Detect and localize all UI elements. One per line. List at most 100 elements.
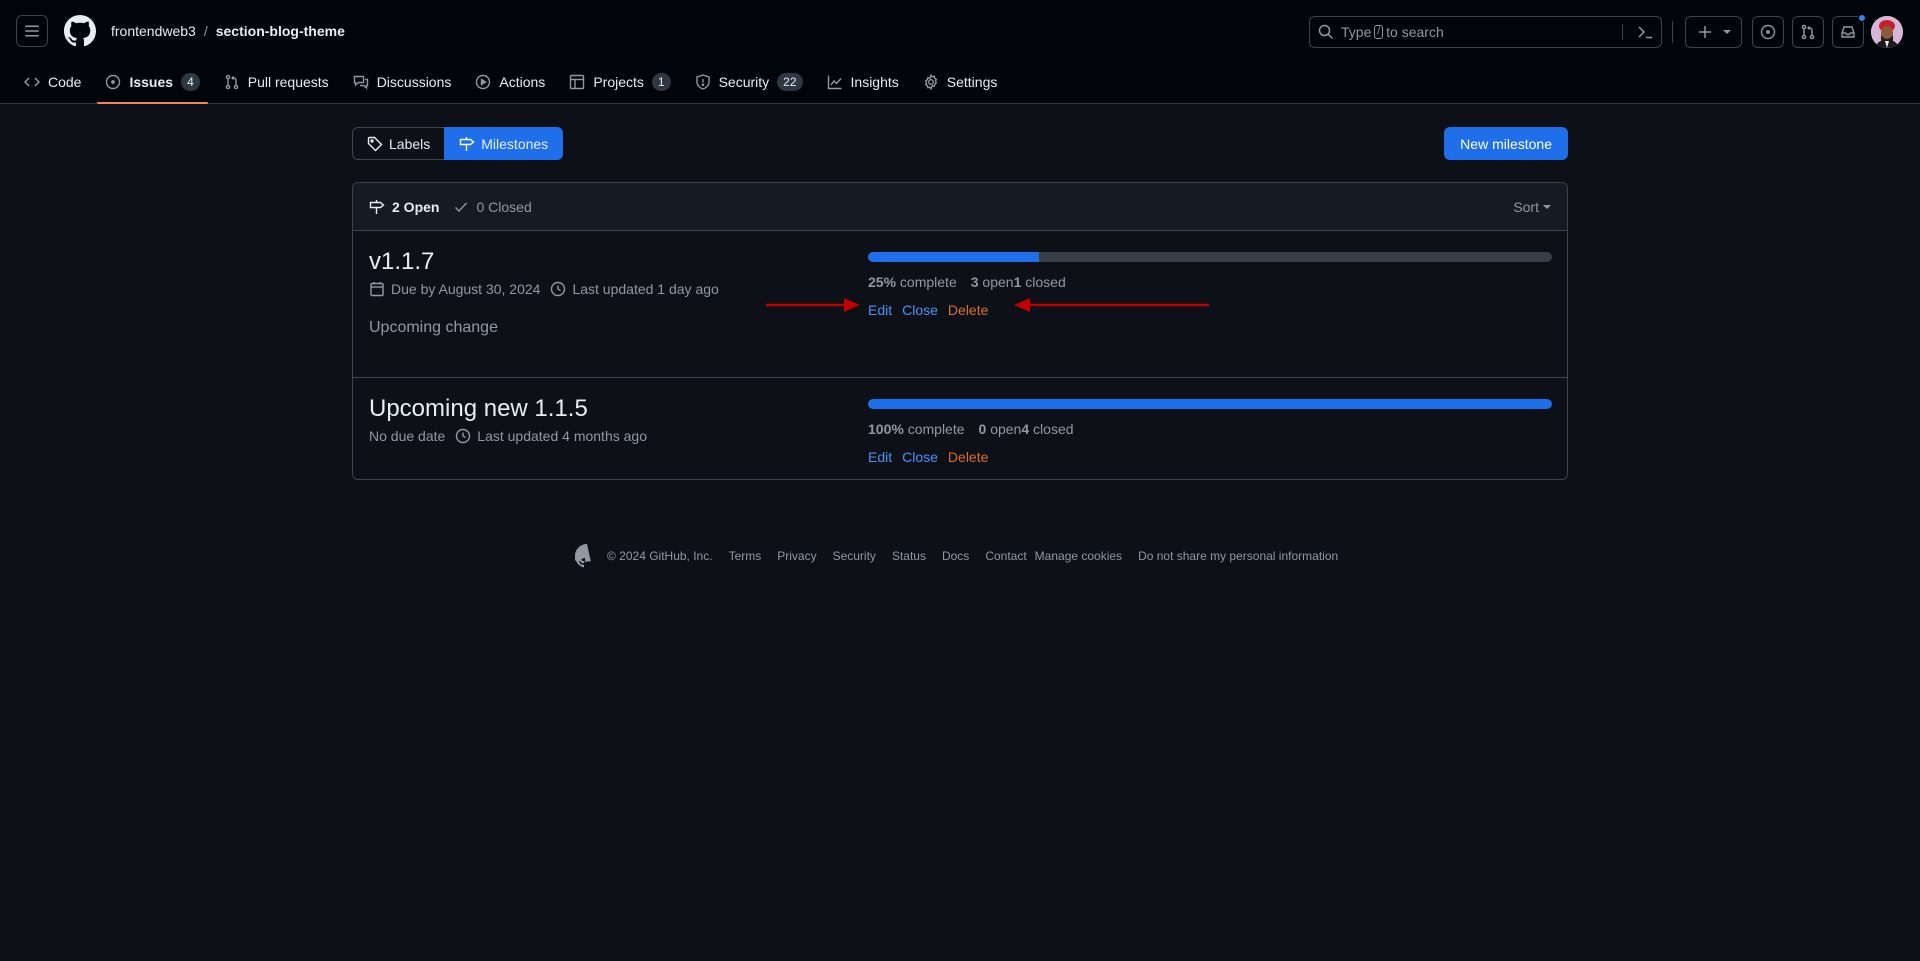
footer-link-manage-cookies[interactable]: Manage cookies xyxy=(1035,549,1122,563)
close-milestone-link[interactable]: Close xyxy=(902,302,938,318)
delete-milestone-link[interactable]: Delete xyxy=(948,302,988,318)
annotation-arrow-left-icon xyxy=(1014,298,1209,312)
footer-link-docs[interactable]: Docs xyxy=(942,549,969,563)
gear-icon xyxy=(924,74,937,90)
caret-down-icon xyxy=(1543,204,1551,209)
closed-issues-link[interactable]: 4 closed xyxy=(1021,421,1073,437)
milestone-title-link[interactable]: v1.1.7 xyxy=(369,248,434,275)
tab-label: Discussions xyxy=(376,74,452,90)
repo-nav: Code Issues 4 Pull requests Discussions … xyxy=(0,61,1013,104)
annotation-arrow-right-icon xyxy=(766,298,860,312)
open-issues-link[interactable]: 0 open xyxy=(979,421,1022,437)
milestone-stats: 25% complete 3 open 1 closed xyxy=(868,274,1552,290)
open-issues-link[interactable]: 3 open xyxy=(971,274,1014,290)
header-divider xyxy=(1672,21,1673,43)
milestone-icon xyxy=(369,199,385,214)
user-avatar[interactable] xyxy=(1871,16,1903,48)
last-updated: Last updated 4 months ago xyxy=(455,428,647,444)
tab-security[interactable]: Security 22 xyxy=(687,61,811,103)
tab-issues[interactable]: Issues 4 xyxy=(97,61,209,104)
edit-milestone-link[interactable]: Edit xyxy=(868,302,892,318)
labels-link[interactable]: Labels xyxy=(352,127,445,160)
tab-discussions[interactable]: Discussions xyxy=(345,61,460,103)
due-date: Due by August 30, 2024 xyxy=(369,281,540,297)
milestones-label: Milestones xyxy=(481,135,549,152)
avatar-image xyxy=(1871,16,1903,48)
search-placeholder: Type / to search xyxy=(1341,24,1444,40)
search-input[interactable]: Type / to search xyxy=(1309,16,1662,48)
percent-complete: 100% complete xyxy=(868,421,965,437)
repo-owner-link[interactable]: frontendweb3 xyxy=(111,23,196,39)
tab-projects[interactable]: Projects 1 xyxy=(561,61,678,103)
milestones-link[interactable]: Milestones xyxy=(444,127,564,160)
percent-complete: 25% complete xyxy=(868,274,957,290)
tab-insights[interactable]: Insights xyxy=(819,61,907,103)
graph-icon xyxy=(827,75,842,90)
pull-requests-button[interactable] xyxy=(1792,16,1824,48)
open-count: 0 xyxy=(978,421,987,437)
code-icon xyxy=(24,77,40,87)
due-date-text: Due by August 30, 2024 xyxy=(391,281,541,297)
repo-name-link[interactable]: section-blog-theme xyxy=(216,23,345,39)
progress-bar xyxy=(868,399,1552,409)
milestones-list: 2 Open 0 Closed Sort v1.1.7 Due by Augus… xyxy=(352,182,1568,480)
complete-label: complete xyxy=(899,274,957,290)
edit-milestone-link[interactable]: Edit xyxy=(868,449,892,465)
tag-icon xyxy=(367,136,383,151)
notification-dot xyxy=(1858,14,1866,22)
github-logo[interactable] xyxy=(64,15,96,47)
new-milestone-button[interactable]: New milestone xyxy=(1444,127,1568,160)
closed-label: closed xyxy=(1033,421,1074,437)
footer-link-do-not-share[interactable]: Do not share my personal information xyxy=(1138,549,1338,563)
closed-issues-link[interactable]: 1 closed xyxy=(1014,274,1066,290)
sort-dropdown[interactable]: Sort xyxy=(1513,199,1551,215)
open-milestones-filter[interactable]: 2 Open xyxy=(369,199,439,215)
command-palette-button[interactable] xyxy=(1637,24,1653,40)
milestone-actions: Edit Close Delete xyxy=(868,449,1552,465)
tab-code[interactable]: Code xyxy=(16,61,89,103)
milestone-description: Upcoming change xyxy=(369,319,498,336)
footer-link-privacy[interactable]: Privacy xyxy=(777,549,816,563)
tab-label: Code xyxy=(48,74,82,90)
delete-milestone-link[interactable]: Delete xyxy=(948,449,988,465)
open-count: 3 xyxy=(970,274,979,290)
footer-link-contact[interactable]: Contact xyxy=(985,549,1026,563)
issues-button[interactable] xyxy=(1752,16,1784,48)
terminal-icon xyxy=(1638,26,1652,39)
due-date-text: No due date xyxy=(369,428,446,444)
milestone-progress-area: 100% complete 0 open 4 closed Edit Close… xyxy=(868,399,1552,465)
tab-actions[interactable]: Actions xyxy=(467,61,553,103)
footer-link-security[interactable]: Security xyxy=(833,549,876,563)
closed-milestones-filter[interactable]: 0 Closed xyxy=(453,199,532,215)
create-new-button[interactable] xyxy=(1685,16,1742,48)
security-counter: 22 xyxy=(777,73,803,91)
issue-opened-icon xyxy=(1760,24,1776,40)
git-pull-request-icon xyxy=(225,74,239,90)
tab-label: Settings xyxy=(946,74,998,90)
labels-milestones-switcher: Labels Milestones xyxy=(352,127,1568,160)
projects-counter: 1 xyxy=(651,73,671,91)
sort-label: Sort xyxy=(1513,198,1539,215)
open-label: open xyxy=(990,421,1022,437)
tab-settings[interactable]: Settings xyxy=(915,61,1006,103)
close-milestone-link[interactable]: Close xyxy=(902,449,938,465)
menu-button[interactable] xyxy=(16,15,48,47)
search-placeholder-suffix: to search xyxy=(1386,24,1444,40)
main-content: Labels Milestones New milestone 2 Open 0… xyxy=(352,127,1568,480)
last-updated-text: Last updated 1 day ago xyxy=(572,281,719,297)
check-icon xyxy=(455,202,468,212)
git-pull-request-icon xyxy=(1801,24,1815,40)
hamburger-icon xyxy=(25,25,39,37)
footer-link-status[interactable]: Status xyxy=(892,549,926,563)
last-updated: Last updated 1 day ago xyxy=(550,281,719,297)
progress-fill xyxy=(868,399,1552,409)
open-count-label: 2 Open xyxy=(392,198,440,215)
tab-label: Pull requests xyxy=(247,74,329,90)
closed-label: closed xyxy=(1025,274,1066,290)
milestone-row: Upcoming new 1.1.5 No due date Last upda… xyxy=(353,378,1567,479)
inbox-button[interactable] xyxy=(1832,14,1866,48)
copyright: © 2024 GitHub, Inc. xyxy=(607,549,713,563)
tab-pull-requests[interactable]: Pull requests xyxy=(216,61,337,103)
milestone-title-link[interactable]: Upcoming new 1.1.5 xyxy=(369,395,588,422)
footer-link-terms[interactable]: Terms xyxy=(729,549,762,563)
